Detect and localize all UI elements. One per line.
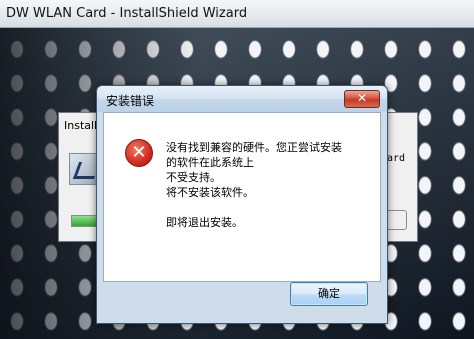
- dialog-title: 安装错误: [106, 94, 155, 108]
- message-line: 没有找到兼容的硬件。您正尝试安装: [166, 141, 342, 154]
- progress-window-text: ard: [386, 153, 405, 164]
- dialog-titlebar[interactable]: 安装错误 ✕: [97, 86, 387, 112]
- message-line: 的软件在此系统上: [166, 156, 254, 169]
- close-button[interactable]: ✕: [344, 90, 380, 108]
- message-line: 即将退出安装。: [166, 216, 243, 229]
- message-line: 将不安装该软件。: [166, 186, 254, 199]
- dialog-body: ✕ 没有找到兼容的硬件。您正尝试安装 的软件在此系统上 不受支持。 将不安装该软…: [103, 112, 381, 282]
- message-line: [166, 200, 376, 215]
- ok-button[interactable]: 确定: [290, 282, 368, 306]
- install-error-dialog: 安装错误 ✕ ✕ 没有找到兼容的硬件。您正尝试安装 的软件在此系统上 不受支持。…: [96, 85, 388, 324]
- error-message: 没有找到兼容的硬件。您正尝试安装 的软件在此系统上 不受支持。 将不安装该软件。…: [166, 140, 376, 230]
- message-line: 不受支持。: [166, 171, 221, 184]
- error-icon: ✕: [125, 139, 153, 167]
- installer-titlebar[interactable]: DW WLAN Card - InstallShield Wizard: [0, 0, 474, 28]
- close-icon: ✕: [356, 91, 368, 105]
- installer-title: DW WLAN Card - InstallShield Wizard: [6, 6, 248, 21]
